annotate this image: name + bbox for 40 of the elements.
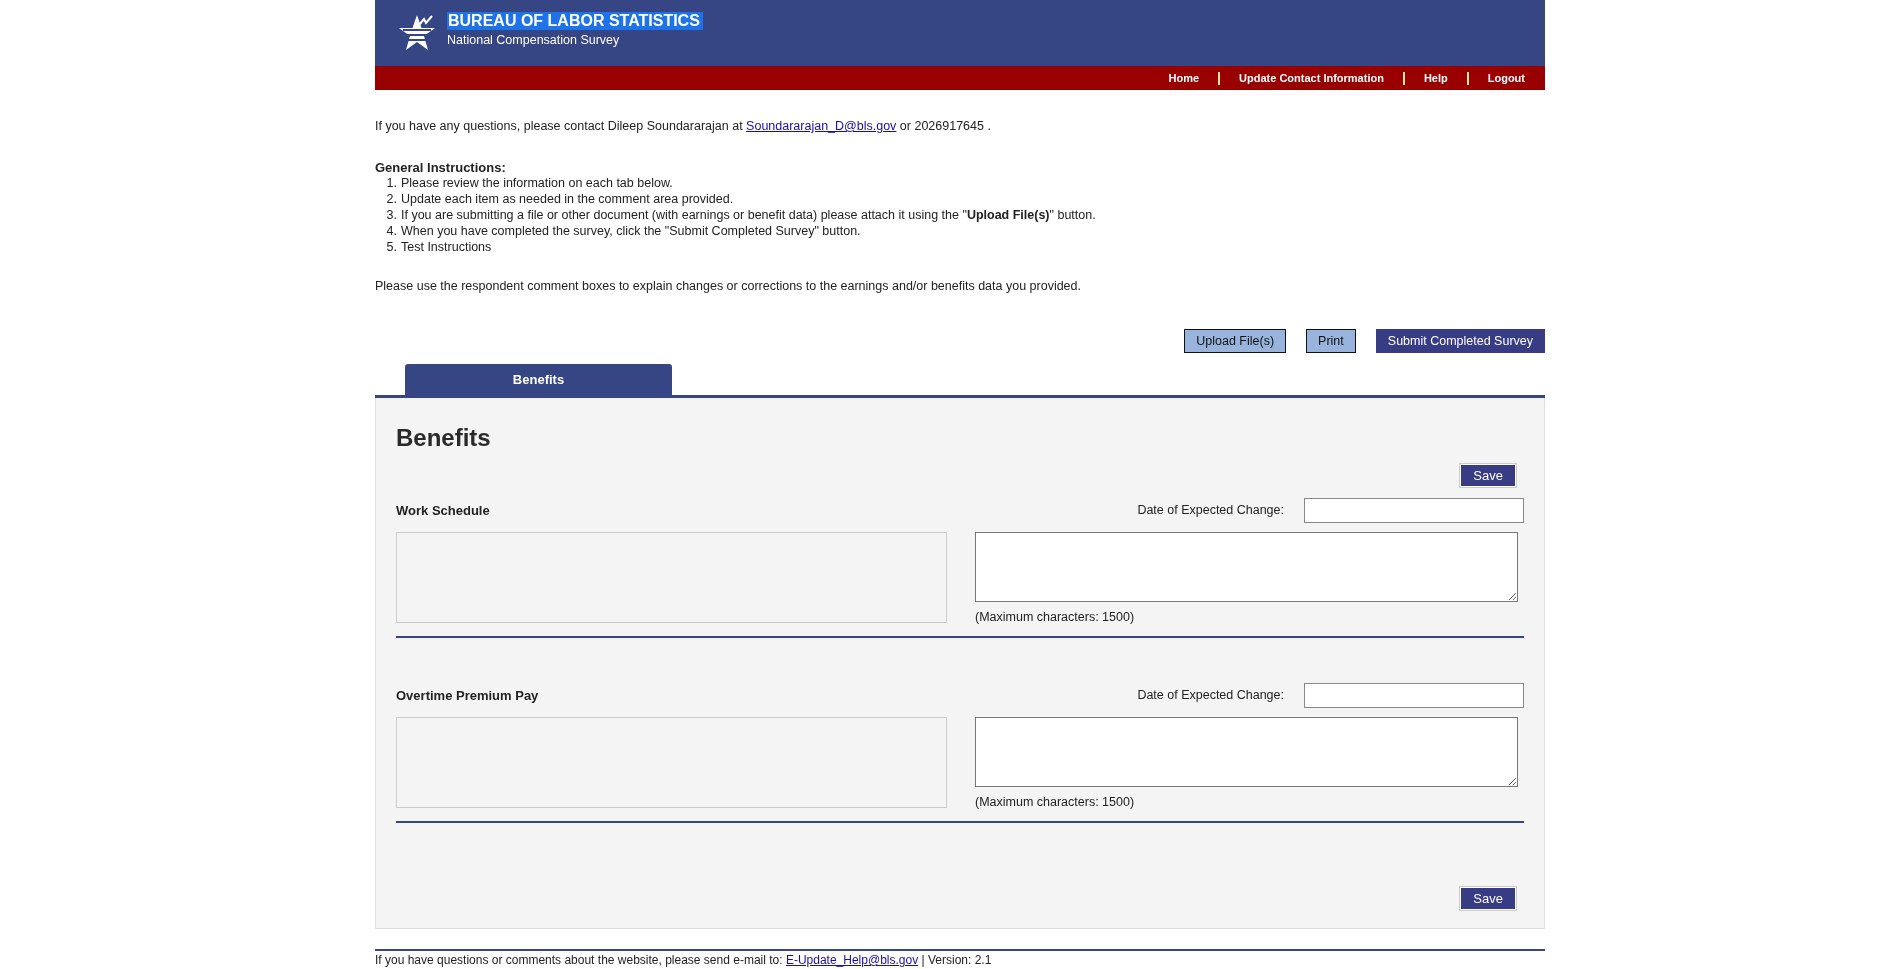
nav-link[interactable]: Help [1402,71,1467,85]
instruction-item: Please review the information on each tab below. [401,175,673,191]
nav-link[interactable]: Home [1149,71,1219,85]
comment-note: Please use the respondent comment boxes to explain changes or corrections to the earnings and/or benefits data you provided. [375,279,1082,293]
list-number: 4. [385,223,397,239]
date-label: Date of Expected Change: [1137,688,1284,702]
max-characters-note: (Maximum characters: 1500) [975,610,1136,624]
section-label: Overtime Premium Pay [396,687,539,703]
instruction-item: Update each item as needed in the comment area provided. [401,191,734,207]
comment-field[interactable] [975,532,1518,602]
instructions-heading: General Instructions: [375,160,507,175]
list-number: 2. [385,191,397,207]
contact-text: If you have any questions, please contact Dileep Soundararajan at Soundararajan_D@bls.gov or 2026917645 . [375,119,992,133]
site-subtitle: National Compensation Survey [447,32,620,47]
action-button[interactable]: Print [1306,329,1356,353]
section-label: Work Schedule [396,502,490,518]
star-logo-icon [397,13,437,53]
list-number: 3. [385,207,397,223]
date-field[interactable] [1304,682,1524,708]
tab[interactable]: Benefits [405,364,672,395]
instruction-item: Test Instructions [401,239,492,255]
footer-text: If you have questions or comments about the website, please send e-mail to: E-Update_Help@bls.gov | Version: 2.1 [375,949,1545,967]
max-characters-note: (Maximum characters: 1500) [975,795,1136,809]
instruction-item: If you are submitting a file or other document (with earnings or benefit data) please attach it using the "Upload File(s)" button. [401,207,1096,223]
list-number: 5. [385,239,397,255]
save-button[interactable]: Save [1460,464,1516,487]
action-button[interactable]: Upload File(s) [1184,329,1287,353]
comment-field[interactable] [975,717,1518,787]
site-title: BUREAU OF LABOR STATISTICS [447,11,703,30]
nav-link[interactable]: Update Contact Information [1218,71,1403,85]
list-number: 1. [385,175,397,191]
panel-title: Benefits [396,424,492,452]
instruction-item: When you have completed the survey, click the "Submit Completed Survey" button. [401,223,861,239]
save-button[interactable]: Save [1460,887,1516,910]
date-field[interactable] [1304,497,1524,523]
email-link[interactable]: E-Update_Help@bls.gov [785,953,919,967]
nav-link[interactable]: Logout [1466,71,1525,85]
date-label: Date of Expected Change: [1137,503,1284,517]
action-button[interactable]: Submit Completed Survey [1375,329,1545,353]
email-link[interactable]: Soundararajan_D@bls.gov [746,119,897,133]
